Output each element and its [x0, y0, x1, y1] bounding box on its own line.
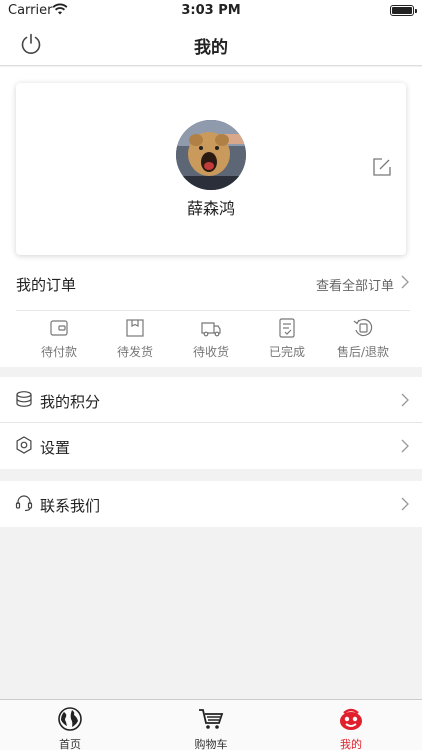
menu-item-label: 我的积分 [40, 393, 101, 411]
chevron-right-icon [401, 439, 409, 453]
divider [16, 310, 410, 311]
order-pending-payment[interactable]: 待付款 [21, 317, 97, 367]
profile-card: 薛森鸿 [16, 83, 406, 255]
tab-label: 我的 [340, 738, 362, 750]
avatar[interactable] [176, 120, 246, 190]
page-title: 我的 [194, 38, 228, 58]
order-pending-shipment[interactable]: 待发货 [97, 317, 173, 367]
view-all-orders-link[interactable]: 查看全部订单 [316, 275, 394, 294]
chevron-right-icon [401, 275, 409, 289]
orders-title: 我的订单 [16, 276, 77, 294]
menu-item-label: 联系我们 [40, 497, 101, 515]
order-refund[interactable]: 售后/退款 [325, 317, 401, 367]
coins-icon [16, 391, 32, 407]
order-status-label: 售后/退款 [336, 345, 390, 359]
order-status-label: 待收货 [192, 345, 229, 359]
gear-icon [16, 436, 32, 454]
user-name: 薛森鸿 [186, 199, 235, 218]
avatar-image [176, 120, 246, 190]
order-completed[interactable]: 已完成 [249, 317, 325, 367]
menu-item-contact[interactable]: 联系我们 [0, 481, 422, 527]
chevron-right-icon [401, 497, 409, 511]
tab-label: 购物车 [194, 738, 228, 750]
menu-group-support: 联系我们 [0, 481, 422, 527]
tab-cart[interactable]: 购物车 [181, 706, 241, 750]
navigation-bar: 我的 [0, 22, 422, 66]
package-icon [126, 319, 144, 337]
menu-item-label: 设置 [40, 439, 71, 457]
order-status-label: 待付款 [40, 345, 77, 359]
refund-icon [353, 318, 373, 337]
globe-icon [58, 707, 82, 731]
tab-mine[interactable]: 我的 [321, 706, 381, 750]
order-status-label: 待发货 [116, 345, 153, 359]
tab-home[interactable]: 首页 [40, 706, 100, 750]
truck-icon [201, 322, 221, 337]
order-status-row: 待付款 待发货 待收货 已完成 售后/退款 [0, 317, 422, 367]
menu-group-account: 我的积分 设置 [0, 377, 422, 469]
wallet-icon [50, 320, 68, 336]
status-bar: Carrier 3:03 PM [0, 0, 422, 22]
profile-section: 薛森鸿 我的订单 查看全部订单 待付款 待发货 待收货 已完成 售后/退款 [0, 67, 422, 367]
chevron-right-icon [401, 393, 409, 407]
cart-icon [199, 709, 224, 729]
headset-icon [15, 495, 33, 512]
tab-bar: 首页 购物车 我的 [0, 699, 422, 750]
battery-icon [390, 5, 417, 16]
menu-item-settings[interactable]: 设置 [0, 423, 422, 469]
checklist-icon [279, 318, 295, 338]
edit-icon[interactable] [372, 157, 392, 177]
orders-header[interactable]: 我的订单 查看全部订单 [0, 255, 422, 311]
status-time: 3:03 PM [181, 3, 241, 18]
order-pending-receipt[interactable]: 待收货 [173, 317, 249, 367]
mascot-icon [340, 708, 362, 730]
order-status-label: 已完成 [268, 345, 305, 359]
menu-item-points[interactable]: 我的积分 [0, 377, 422, 423]
tab-label: 首页 [59, 738, 81, 750]
